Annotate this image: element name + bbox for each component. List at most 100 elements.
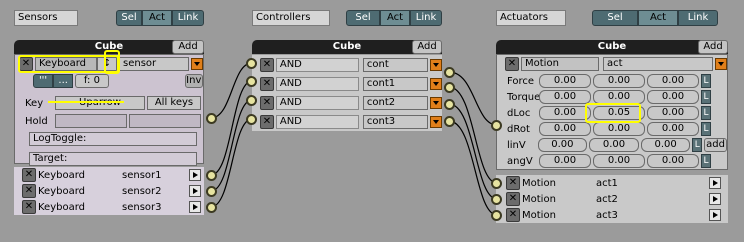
sensor-frequency-field[interactable]: f: 0 xyxy=(75,74,109,88)
sensor-list-expand-arrow-icon[interactable] xyxy=(189,169,201,181)
controller-expand-dropdown-icon[interactable] xyxy=(430,77,443,90)
motion-local-toggle[interactable]: L xyxy=(701,122,711,136)
controller-input-socket[interactable] xyxy=(246,58,257,69)
sensor-list-expand-arrow-icon[interactable] xyxy=(189,185,201,197)
controller-output-socket[interactable] xyxy=(444,116,455,127)
actuator-list-delete-x-icon[interactable]: ✕ xyxy=(506,208,520,222)
motion-local-toggle[interactable]: L xyxy=(701,74,711,88)
motion-value-z[interactable]: 0.00 xyxy=(647,74,699,88)
sensors-add-button[interactable]: Add xyxy=(172,40,204,54)
controller-output-socket[interactable] xyxy=(444,99,455,110)
controller-name-field[interactable]: cont1 xyxy=(362,76,429,91)
motion-value-y[interactable]: 0.00 xyxy=(593,90,645,104)
motion-value-x[interactable]: 0.00 xyxy=(539,90,591,104)
motion-value-z[interactable]: 0.00 xyxy=(647,90,699,104)
sensor-output-socket[interactable] xyxy=(206,202,217,213)
actuator-list-item[interactable]: ✕ Motion act3 xyxy=(496,207,728,223)
controller-delete-x-icon[interactable]: ✕ xyxy=(260,57,274,72)
controller-type-menu[interactable]: AND xyxy=(275,57,359,72)
controller-name-field[interactable]: cont2 xyxy=(362,95,429,110)
actuators-sel-toggle[interactable]: Sel xyxy=(592,10,638,26)
controller-type-menu[interactable]: AND xyxy=(275,114,359,129)
motion-value-z[interactable]: 0.00 xyxy=(647,122,699,136)
controller-list-item[interactable]: ✕ AND cont3 xyxy=(252,112,443,131)
sensors-link-toggle[interactable]: Link xyxy=(172,10,204,26)
sensor-list-expand-arrow-icon[interactable] xyxy=(189,201,201,213)
controller-output-socket[interactable] xyxy=(444,82,455,93)
actuator-list-item[interactable]: ✕ Motion act2 xyxy=(496,191,728,207)
actuator-input-socket[interactable] xyxy=(491,210,502,221)
actuator-list-expand-arrow-icon[interactable] xyxy=(709,177,721,189)
motion-local-toggle[interactable]: L xyxy=(701,106,711,120)
actuator-input-socket[interactable] xyxy=(491,194,502,205)
sensor-invert-button[interactable]: Inv xyxy=(184,74,204,88)
sensor-output-socket[interactable] xyxy=(206,170,217,181)
controller-list-item[interactable]: ✕ AND cont1 xyxy=(252,74,443,93)
sensor-pulse-false-button[interactable]: ... xyxy=(53,74,74,88)
controller-expand-dropdown-icon[interactable] xyxy=(430,115,443,128)
motion-value-y[interactable]: 0.00 xyxy=(593,154,645,168)
sensor-key-field[interactable]: Uparrow xyxy=(55,96,145,110)
actuator-type-menu[interactable]: Motion xyxy=(521,57,599,71)
controllers-add-button[interactable]: Add xyxy=(412,40,442,54)
linv-add-button[interactable]: add xyxy=(704,138,728,152)
sensor-type-updown-icon[interactable]: ↕ xyxy=(97,57,117,71)
sensor-output-socket[interactable] xyxy=(206,113,217,124)
actuator-name-field[interactable]: act xyxy=(603,57,713,71)
sensor-all-keys-button[interactable]: All keys xyxy=(147,96,201,110)
controller-expand-dropdown-icon[interactable] xyxy=(430,58,443,71)
motion-value-y[interactable]: 0.00 xyxy=(593,122,645,136)
actuator-list-item[interactable]: ✕ Motion act1 xyxy=(496,175,728,191)
sensor-name-field[interactable]: sensor xyxy=(119,57,189,71)
controllers-link-toggle[interactable]: Link xyxy=(410,10,442,26)
actuator-list-expand-arrow-icon[interactable] xyxy=(709,209,721,221)
actuator-expand-dropdown-icon[interactable] xyxy=(715,58,727,70)
actuator-input-socket[interactable] xyxy=(491,120,502,131)
controller-input-socket[interactable] xyxy=(246,76,257,87)
actuator-delete-x-icon[interactable]: ✕ xyxy=(505,57,519,71)
motion-local-toggle[interactable]: L xyxy=(701,154,711,168)
motion-local-toggle[interactable]: L xyxy=(692,138,703,152)
sensors-act-toggle[interactable]: Act xyxy=(142,10,172,26)
controller-delete-x-icon[interactable]: ✕ xyxy=(260,114,274,129)
controller-input-socket[interactable] xyxy=(246,95,257,106)
motion-value-x[interactable]: 0.00 xyxy=(537,138,588,152)
motion-local-toggle[interactable]: L xyxy=(701,90,711,104)
actuators-link-toggle[interactable]: Link xyxy=(678,10,718,26)
actuator-list-delete-x-icon[interactable]: ✕ xyxy=(506,176,520,190)
sensor-list-delete-x-icon[interactable]: ✕ xyxy=(22,168,36,182)
motion-value-x[interactable]: 0.00 xyxy=(539,74,591,88)
motion-value-y[interactable]: 0.00 xyxy=(589,138,639,152)
sensors-sel-toggle[interactable]: Sel xyxy=(116,10,142,26)
sensor-delete-x-icon[interactable]: ✕ xyxy=(19,57,33,71)
controller-type-menu[interactable]: AND xyxy=(275,76,359,91)
sensor-hold-field-2[interactable] xyxy=(129,114,201,128)
actuator-input-socket[interactable] xyxy=(491,178,502,189)
sensor-list-delete-x-icon[interactable]: ✕ xyxy=(22,184,36,198)
sensor-list-delete-x-icon[interactable]: ✕ xyxy=(22,200,36,214)
motion-value-z[interactable]: 0.00 xyxy=(647,154,699,168)
controller-output-socket[interactable] xyxy=(444,67,455,78)
motion-value-x[interactable]: 0.00 xyxy=(539,122,591,136)
actuators-act-toggle[interactable]: Act xyxy=(638,10,678,26)
sensor-pulse-true-button[interactable]: ''' xyxy=(33,74,54,88)
sensor-hold-field-1[interactable] xyxy=(55,114,127,128)
controller-delete-x-icon[interactable]: ✕ xyxy=(260,76,274,91)
motion-value-x[interactable]: 0.00 xyxy=(539,106,591,120)
motion-value-y[interactable]: 0.00 xyxy=(593,74,645,88)
controllers-sel-toggle[interactable]: Sel xyxy=(346,10,380,26)
sensor-list-item[interactable]: ✕ Keyboard sensor3 xyxy=(14,199,204,215)
controller-input-socket[interactable] xyxy=(246,114,257,125)
motion-value-y[interactable]: 0.05 xyxy=(593,106,645,120)
sensor-logtoggle-field[interactable]: LogToggle: xyxy=(29,132,197,146)
motion-value-x[interactable]: 0.00 xyxy=(539,154,591,168)
controller-list-item[interactable]: ✕ AND cont xyxy=(252,55,443,74)
actuator-list-delete-x-icon[interactable]: ✕ xyxy=(506,192,520,206)
controller-name-field[interactable]: cont3 xyxy=(362,114,429,129)
sensor-list-item[interactable]: ✕ Keyboard sensor1 xyxy=(14,167,204,183)
controllers-act-toggle[interactable]: Act xyxy=(380,10,410,26)
sensor-output-socket[interactable] xyxy=(206,186,217,197)
controller-type-menu[interactable]: AND xyxy=(275,95,359,110)
sensor-expand-dropdown-icon[interactable] xyxy=(191,58,203,70)
controller-expand-dropdown-icon[interactable] xyxy=(430,96,443,109)
